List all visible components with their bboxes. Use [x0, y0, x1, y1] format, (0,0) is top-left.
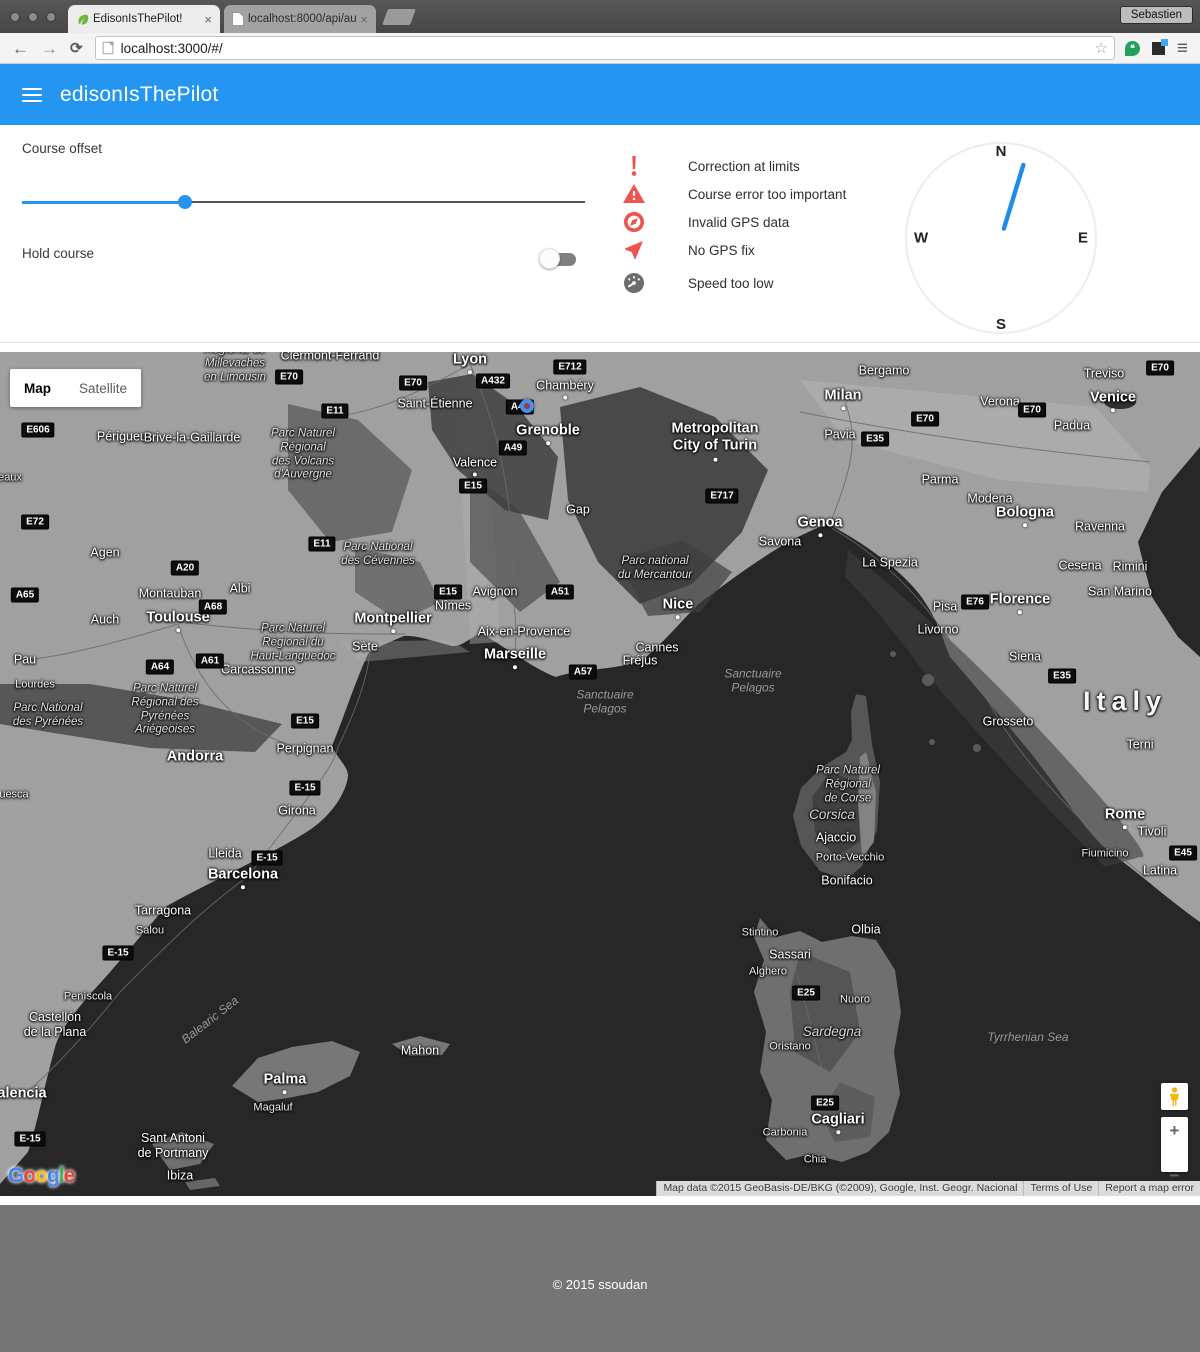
url-text[interactable]: localhost:3000/#/	[121, 41, 1095, 56]
tab-localhost-8000[interactable]: localhost:8000/api/autopil ×	[224, 5, 376, 33]
warning-triangle-icon	[622, 182, 646, 206]
alarm-label: Correction at limits	[688, 159, 800, 174]
browser-window: EdisonIsThePilot! × localhost:8000/api/a…	[0, 0, 1200, 1352]
google-logo[interactable]: Google	[8, 1164, 74, 1188]
hold-course-toggle[interactable]	[541, 252, 577, 267]
google-logo-letter: o	[35, 1164, 47, 1187]
terms-of-use-link[interactable]: Terms of Use	[1023, 1181, 1098, 1196]
close-window-button[interactable]	[10, 12, 20, 22]
map-type-map-button[interactable]: Map	[10, 381, 65, 396]
browser-menu-icon[interactable]: ≡	[1177, 39, 1188, 58]
map-terrain	[0, 352, 1200, 1196]
page-favicon-icon	[232, 12, 244, 26]
zoom-in-button[interactable]: +	[1161, 1117, 1188, 1144]
alarm-label: No GPS fix	[688, 243, 755, 258]
compass: N E S W	[905, 142, 1097, 334]
exclamation-icon	[622, 154, 646, 178]
close-tab-icon[interactable]: ×	[204, 13, 212, 26]
page-icon	[102, 42, 113, 55]
speedometer-icon	[622, 271, 646, 295]
spacer	[0, 1196, 1200, 1205]
extension-icon[interactable]	[1152, 42, 1165, 55]
hamburger-menu-icon[interactable]	[22, 84, 42, 106]
alarm-row: Speed too low	[622, 269, 846, 297]
map-canvas[interactable]: Clermont-FerrandLyonChambérySaint-Étienn…	[0, 352, 1200, 1196]
tab-edisonisthepilot[interactable]: EdisonIsThePilot! ×	[68, 5, 220, 33]
new-tab-button[interactable]	[382, 9, 416, 25]
minimize-window-button[interactable]	[28, 12, 38, 22]
map-type-control: Map Satellite	[10, 369, 141, 407]
alarm-label: Invalid GPS data	[688, 215, 789, 230]
app-title: edisonIsThePilot	[60, 83, 218, 107]
map-data-text: Map data ©2015 GeoBasis-DE/BKG (©2009), …	[656, 1181, 1023, 1196]
extensions-area: ❝ ≡	[1125, 39, 1188, 58]
app-header: edisonIsThePilot	[0, 64, 1200, 125]
pegman-icon	[1168, 1087, 1181, 1107]
pegman-button[interactable]	[1161, 1083, 1188, 1110]
slider-fill	[22, 201, 185, 204]
alarm-label: Speed too low	[688, 276, 774, 291]
bookmark-star-icon[interactable]: ☆	[1094, 39, 1107, 57]
page-footer: © 2015 ssoudan	[0, 1205, 1200, 1352]
map-type-satellite-button[interactable]: Satellite	[65, 381, 141, 396]
alarm-row: No GPS fix	[622, 236, 846, 264]
alarm-row: Course error too important	[622, 180, 846, 208]
gps-position-marker	[520, 399, 534, 413]
alarm-label: Course error too important	[688, 187, 846, 202]
browser-tabstrip: EdisonIsThePilot! × localhost:8000/api/a…	[0, 0, 1200, 33]
google-logo-letter: o	[23, 1164, 35, 1187]
leaf-favicon-icon	[76, 13, 89, 26]
alarm-list: Correction at limits Course error too imp…	[622, 152, 846, 297]
address-bar[interactable]: localhost:3000/#/ ☆	[95, 36, 1115, 60]
window-controls	[10, 12, 56, 22]
toggle-knob[interactable]	[539, 248, 560, 269]
compass-needle	[907, 144, 1095, 332]
forward-icon[interactable]: →	[41, 40, 58, 57]
report-map-error-link[interactable]: Report a map error	[1098, 1181, 1200, 1196]
google-logo-letter: e	[64, 1164, 75, 1187]
google-logo-letter: G	[8, 1164, 23, 1187]
gps-invalid-icon	[622, 210, 646, 234]
zoom-control: + −	[1161, 1117, 1188, 1172]
reload-icon[interactable]: ⟳	[70, 41, 83, 56]
browser-toolbar: ← → ⟳ localhost:3000/#/ ☆ ❝ ≡	[0, 33, 1200, 64]
hold-course-label: Hold course	[22, 246, 94, 261]
profile-button[interactable]: Sebastien	[1120, 6, 1193, 24]
back-icon[interactable]: ←	[12, 40, 29, 57]
tab-title: EdisonIsThePilot!	[93, 13, 200, 25]
copyright-text: © 2015 ssoudan	[0, 1277, 1200, 1292]
hangouts-extension-icon[interactable]: ❝	[1125, 41, 1140, 56]
alarm-row: Invalid GPS data	[622, 208, 846, 236]
maximize-window-button[interactable]	[46, 12, 56, 22]
close-tab-icon[interactable]: ×	[360, 13, 368, 26]
course-offset-slider[interactable]	[22, 195, 585, 209]
slider-thumb[interactable]	[178, 195, 192, 209]
google-logo-letter: g	[47, 1164, 59, 1187]
tab-title: localhost:8000/api/autopil	[248, 13, 356, 25]
control-panel: Course offset Hold course Correction at …	[0, 125, 1200, 343]
alarm-row: Correction at limits	[622, 152, 846, 180]
gps-nofix-icon	[622, 238, 646, 262]
course-offset-label: Course offset	[22, 141, 102, 156]
map-attribution: Map data ©2015 GeoBasis-DE/BKG (©2009), …	[656, 1181, 1200, 1196]
